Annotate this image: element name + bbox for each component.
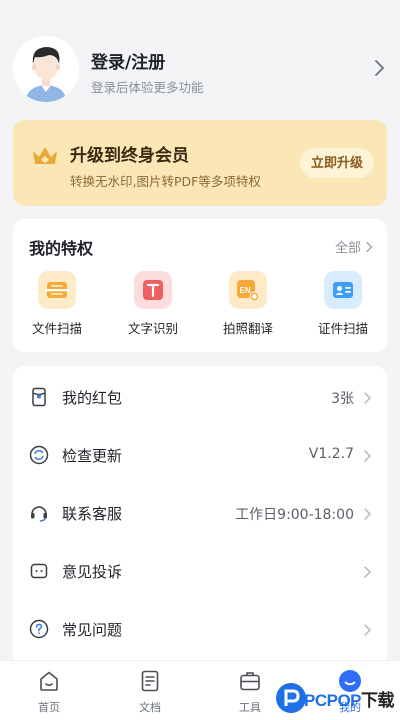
refresh-icon — [29, 445, 49, 465]
privileges-all-link[interactable]: 全部 — [335, 237, 373, 256]
watermark-logo-icon — [276, 683, 306, 713]
upgrade-button[interactable]: 立即升级 — [300, 148, 374, 178]
privilege-label: 文件扫描 — [31, 321, 82, 336]
site-watermark: PCPOP下载 — [276, 683, 400, 713]
privileges-all-label: 全部 — [334, 241, 361, 256]
privilege-label: 证件扫描 — [317, 321, 368, 336]
text-recognition-icon — [134, 271, 172, 309]
menu-item-feedback[interactable]: 意见投诉 — [13, 542, 387, 600]
privilege-photo-translate[interactable]: EN 拍照翻译 — [208, 271, 288, 341]
menu-label: 意见投诉 — [62, 563, 123, 581]
menu-item-check-update[interactable]: 检查更新 V1.2.7 — [13, 426, 387, 484]
tab-label: 首页 — [38, 701, 60, 714]
login-title[interactable]: 登录/注册 — [91, 48, 165, 73]
settings-menu: 我的红包 3张 检查更新 V1.2.7 联系客服 工作日9:00-18:00 意… — [13, 366, 387, 666]
headset-icon — [31, 506, 47, 522]
document-icon — [141, 670, 159, 692]
privilege-id-scan[interactable]: 证件扫描 — [303, 271, 383, 341]
menu-value: 3张 — [331, 391, 354, 407]
privileges-title: 我的特权 — [29, 239, 94, 258]
privileges-card: 我的特权 全部 文件扫描 文字识别 EN 拍照翻译 证件扫描 — [13, 219, 387, 352]
red-packet-icon — [32, 387, 46, 407]
profile-header[interactable]: 登录/注册 登录后体验更多功能 — [0, 0, 400, 112]
privilege-label: 文字识别 — [127, 321, 178, 336]
menu-item-red-packet[interactable]: 我的红包 3张 — [13, 368, 387, 426]
menu-value: 工作日9:00-18:00 — [235, 507, 354, 523]
chevron-right-icon[interactable] — [372, 58, 386, 78]
id-scan-icon — [324, 271, 362, 309]
menu-label: 联系客服 — [62, 505, 123, 523]
photo-translate-icon: EN — [229, 271, 267, 309]
file-scan-icon — [38, 271, 76, 309]
watermark-text: PCPOP下载 — [304, 686, 395, 711]
chevron-right-icon — [364, 624, 372, 636]
menu-value: V1.2.7 — [308, 446, 354, 462]
toolbox-icon — [240, 672, 260, 691]
privilege-file-scan[interactable]: 文件扫描 — [17, 271, 97, 341]
svg-text:EN: EN — [240, 286, 251, 295]
user-avatar-icon[interactable] — [13, 36, 79, 102]
menu-item-faq[interactable]: 常见问题 — [13, 600, 387, 658]
watermark-brand: PCPOP — [304, 691, 362, 710]
chevron-right-icon — [366, 241, 373, 252]
crown-icon — [33, 147, 57, 164]
chevron-right-icon — [364, 450, 372, 462]
tab-home[interactable]: 首页 — [14, 669, 84, 719]
vip-banner[interactable]: 升级到终身会员 转换无水印,图片转PDF等多项特权 立即升级 — [13, 120, 387, 206]
feedback-icon — [30, 563, 48, 579]
privilege-text-recognition[interactable]: 文字识别 — [113, 271, 193, 341]
menu-item-customer-service[interactable]: 联系客服 工作日9:00-18:00 — [13, 484, 387, 542]
home-icon — [40, 671, 58, 691]
menu-label: 检查更新 — [62, 447, 123, 465]
login-subtitle: 登录后体验更多功能 — [91, 80, 204, 95]
tab-label: 工具 — [239, 701, 261, 714]
chevron-right-icon — [364, 566, 372, 578]
tab-documents[interactable]: 文档 — [115, 669, 185, 719]
watermark-suffix: 下载 — [361, 691, 395, 710]
tab-tools[interactable]: 工具 — [215, 669, 285, 719]
vip-subtitle: 转换无水印,图片转PDF等多项特权 — [70, 174, 261, 189]
tab-label: 文档 — [139, 701, 161, 714]
vip-title: 升级到终身会员 — [70, 146, 189, 166]
chevron-right-icon — [364, 508, 372, 520]
privilege-label: 拍照翻译 — [222, 321, 273, 336]
menu-label: 常见问题 — [62, 621, 123, 639]
chevron-right-icon — [364, 392, 372, 404]
menu-label: 我的红包 — [62, 389, 123, 407]
question-icon — [29, 619, 49, 639]
